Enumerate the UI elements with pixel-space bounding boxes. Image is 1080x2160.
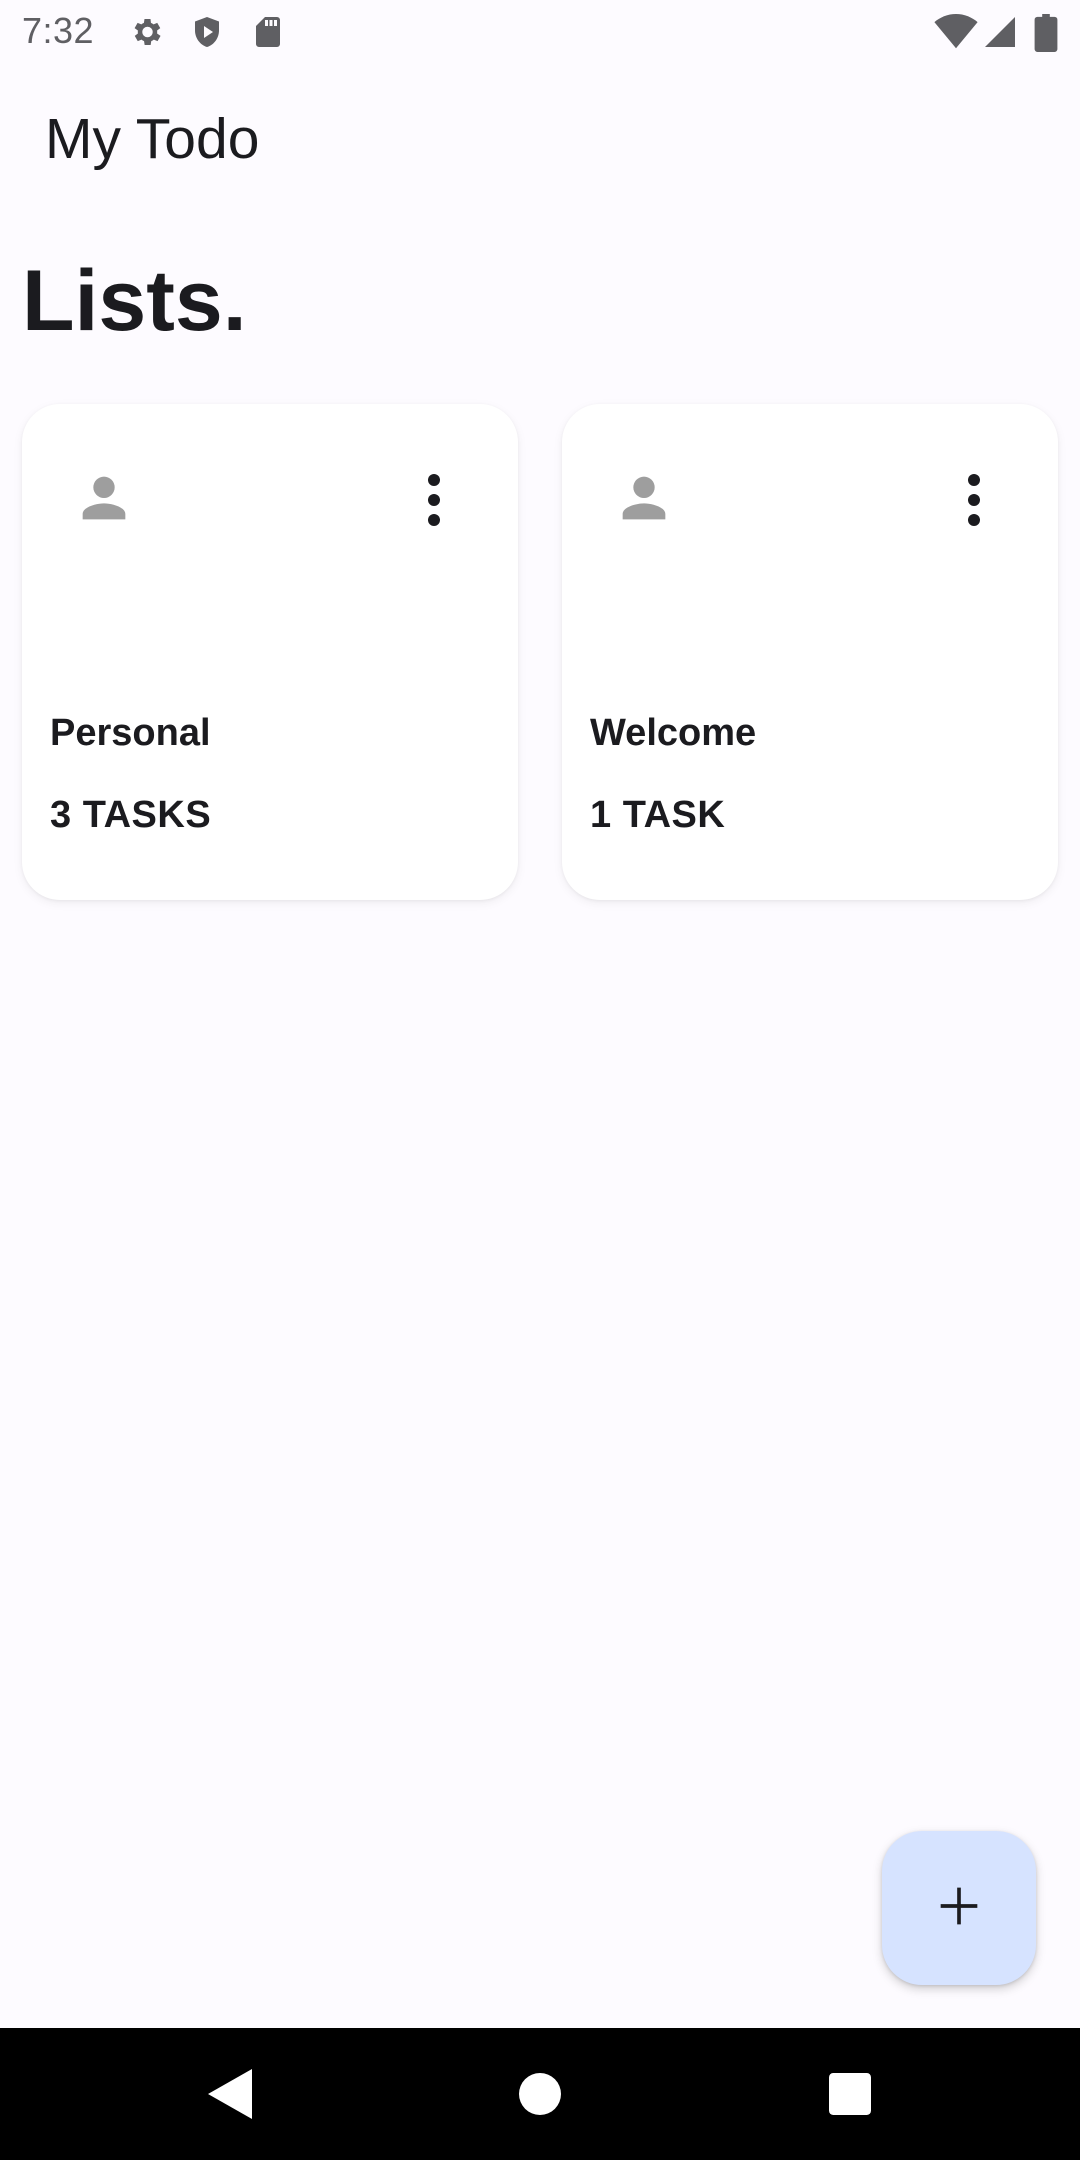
list-card-welcome[interactable]: Welcome 1 TASK: [562, 404, 1058, 900]
settings-icon: [128, 14, 164, 50]
navigation-bar: [0, 2028, 1080, 2160]
page-title: Lists.: [22, 253, 247, 349]
plus-icon: [937, 1884, 981, 1933]
person-icon: [612, 466, 676, 535]
list-name: Welcome: [590, 712, 757, 754]
more-vert-icon[interactable]: [414, 470, 454, 530]
screen: 7:32 My Todo Lists. Personal 3 TASKS Wel…: [0, 0, 1080, 2160]
add-list-button[interactable]: [882, 1831, 1036, 1985]
sd-card-icon: [250, 14, 286, 50]
list-name: Personal: [50, 712, 211, 754]
status-time: 7:32: [22, 10, 95, 51]
back-icon[interactable]: [190, 2028, 270, 2160]
list-card-personal[interactable]: Personal 3 TASKS: [22, 404, 518, 900]
home-icon[interactable]: [500, 2028, 580, 2160]
person-icon: [72, 466, 136, 535]
shield-play-icon: [189, 14, 225, 50]
more-vert-icon[interactable]: [954, 470, 994, 530]
task-count: 3 TASKS: [50, 794, 212, 836]
status-bar: 7:32: [0, 0, 1080, 66]
wifi-icon: [934, 14, 978, 50]
battery-icon: [1034, 14, 1058, 52]
recents-icon[interactable]: [810, 2028, 890, 2160]
task-count: 1 TASK: [590, 794, 726, 836]
cell-signal-icon: [982, 14, 1018, 50]
app-title: My Todo: [45, 107, 260, 171]
